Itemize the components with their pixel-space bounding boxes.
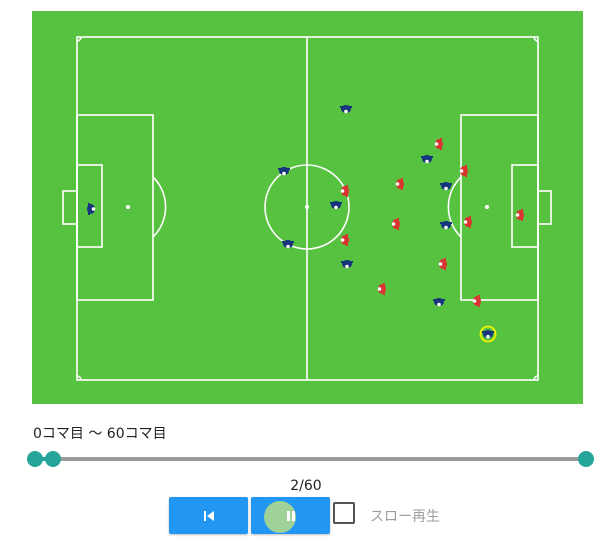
current-frame-handle[interactable]: [45, 451, 62, 467]
slow-playback-checkbox[interactable]: [333, 502, 355, 524]
left-penalty-spot: [126, 205, 130, 209]
frame-counter: 2/60: [290, 478, 322, 494]
right-penalty-spot: [485, 205, 489, 209]
pitch-view: [32, 11, 583, 404]
frame-range-slider[interactable]: [27, 451, 594, 467]
slider-track: [35, 457, 586, 461]
range-start-handle[interactable]: [27, 451, 43, 467]
slow-playback-label[interactable]: スロー再生: [370, 506, 440, 526]
pause-button[interactable]: [251, 497, 330, 534]
soccer-pitch: [32, 11, 583, 404]
pause-icon: [286, 510, 295, 521]
center-spot: [305, 205, 309, 209]
skip-previous-button[interactable]: [169, 497, 248, 534]
frame-range-label: 0コマ目 〜 60コマ目: [33, 426, 167, 442]
range-end-handle[interactable]: [578, 451, 594, 467]
skip-previous-icon: [203, 510, 214, 521]
